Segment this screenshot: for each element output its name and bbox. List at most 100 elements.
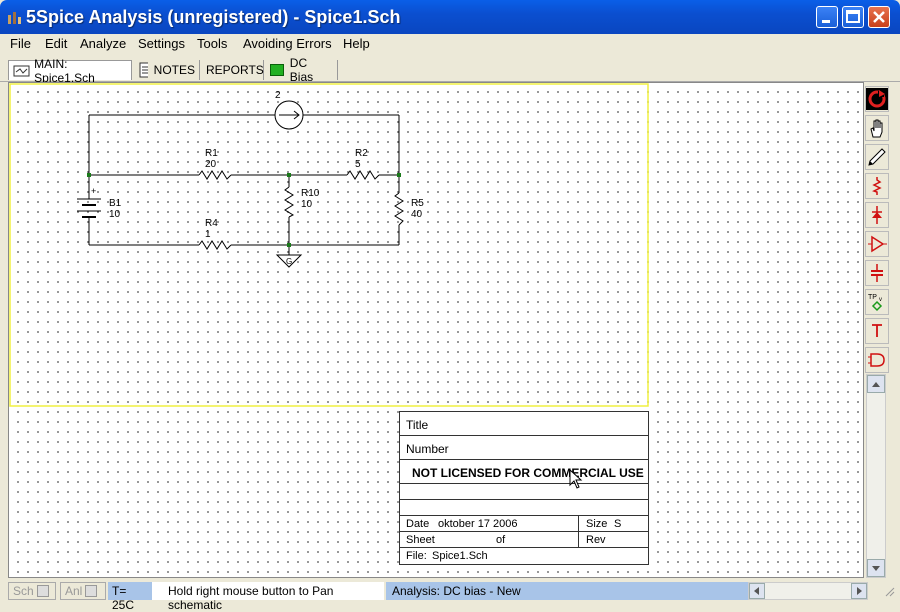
title-bar: 5Spice Analysis (unregistered) - Spice1.…	[0, 0, 900, 34]
vertical-scrollbar[interactable]	[866, 374, 886, 578]
tb-title-row: Title	[400, 412, 648, 436]
resistor-r10[interactable]: R10 10	[284, 186, 320, 218]
resistor-r1[interactable]: R1 20	[198, 148, 232, 180]
opamp-tool-button[interactable]	[865, 231, 889, 257]
battery-value: 10	[109, 209, 121, 220]
tab-main[interactable]: MAIN: Spice1.Sch	[8, 57, 132, 85]
horizontal-scrollbar[interactable]	[748, 582, 868, 600]
refresh-button[interactable]	[865, 86, 889, 112]
menu-file[interactable]: File	[10, 36, 31, 51]
analysis-text: Analysis: DC bias - New	[392, 584, 521, 598]
grip-icon	[885, 587, 895, 597]
tb-sheet-row: Sheet of Rev	[400, 532, 648, 548]
tb-date-value: oktober 17 2006	[438, 518, 518, 530]
current-source[interactable]: 2	[274, 90, 304, 130]
close-button[interactable]	[868, 6, 890, 28]
svg-text:v: v	[879, 297, 882, 303]
hint-text: Hold right mouse button to Pan schematic	[168, 584, 334, 612]
menu-settings[interactable]: Settings	[138, 36, 185, 51]
disk-icon	[36, 585, 49, 597]
menu-analyze[interactable]: Analyze	[80, 36, 126, 51]
maximize-icon	[846, 10, 860, 23]
test-point-icon: TP v	[868, 294, 883, 312]
tab-bar: MAIN: Spice1.Sch NOTES REPORTS DC Bias	[0, 56, 900, 85]
cursor-icon	[569, 469, 583, 489]
pencil-icon	[868, 148, 886, 166]
capacitor-tool-button[interactable]	[865, 260, 889, 286]
tab-notes[interactable]: NOTES	[134, 60, 200, 80]
scroll-right-button[interactable]	[851, 583, 867, 599]
status-bar: Sch Anl T= 25C Hold right mouse button t…	[0, 580, 900, 612]
app-icon[interactable]	[6, 9, 22, 25]
scroll-up-button[interactable]	[867, 375, 885, 393]
r4-name: R4	[205, 218, 218, 229]
chevron-right-icon	[857, 587, 862, 595]
chevron-down-icon	[872, 566, 880, 571]
close-icon	[873, 11, 885, 23]
r4-value: 1	[205, 229, 211, 240]
tb-license: NOT LICENSED FOR COMMERCIAL USE	[412, 466, 644, 480]
test-point-tool-button[interactable]: TP v	[865, 289, 889, 315]
anl-save-indicator[interactable]: Anl	[60, 582, 106, 600]
wires	[88, 114, 400, 255]
resistor-r4[interactable]: R4 1	[198, 218, 232, 250]
battery-name: B1	[109, 198, 122, 209]
tb-divider	[578, 516, 579, 532]
tb-sheet-label: Sheet	[406, 534, 435, 546]
tb-file-value: Spice1.Sch	[432, 550, 488, 562]
scroll-down-button[interactable]	[867, 559, 885, 577]
diode-icon	[872, 206, 882, 224]
resistor-icon	[872, 177, 882, 195]
title-block: Title Number NOT LICENSED FOR COMMERCIAL…	[399, 411, 649, 565]
tab-dc-bias[interactable]: DC Bias	[266, 56, 338, 84]
menu-help[interactable]: Help	[343, 36, 370, 51]
tab-reports[interactable]: REPORTS	[202, 60, 264, 80]
tb-file-label: File:	[406, 550, 427, 562]
r5-value: 40	[411, 209, 423, 220]
logic-gate-tool-button[interactable]	[865, 347, 889, 373]
menu-edit[interactable]: Edit	[45, 36, 67, 51]
menu-tools[interactable]: Tools	[197, 36, 227, 51]
sch-label: Sch	[13, 584, 34, 598]
tb-rev-label: Rev	[586, 534, 606, 546]
resistor-tool-button[interactable]	[865, 173, 889, 199]
diode-tool-button[interactable]	[865, 202, 889, 228]
resize-grip-icon[interactable]	[882, 584, 896, 600]
schematic-icon	[13, 65, 30, 76]
text-tool-button[interactable]	[865, 318, 889, 344]
tb-date-row: Date oktober 17 2006 Size S	[400, 516, 648, 532]
pan-tool-button[interactable]	[865, 115, 889, 141]
ground-symbol[interactable]: G	[275, 254, 303, 268]
menu-avoiding-errors[interactable]: Avoiding Errors	[243, 36, 332, 51]
tab-main-label: MAIN: Spice1.Sch	[34, 56, 95, 85]
sch-save-indicator[interactable]: Sch	[8, 582, 56, 600]
tb-file-row: File: Spice1.Sch	[400, 548, 648, 564]
resistor-r2[interactable]: R2 5	[346, 148, 380, 180]
text-icon	[872, 324, 882, 337]
resistor-r5[interactable]: R5 40	[394, 192, 424, 226]
r2-value: 5	[355, 159, 361, 170]
r10-name: R10	[301, 188, 320, 199]
r10-value: 10	[301, 199, 313, 210]
scroll-left-button[interactable]	[749, 583, 765, 599]
minimize-button[interactable]	[816, 6, 838, 28]
schematic-canvas[interactable]: 2 R1 20 R2 5 R10 10 R5 40 R4 1 + B1 10 G…	[8, 82, 864, 578]
wire-tool-button[interactable]	[865, 144, 889, 170]
tb-number-row: Number	[400, 436, 648, 460]
battery-plus: +	[91, 186, 96, 196]
hand-icon	[870, 119, 883, 138]
opamp-icon	[868, 235, 887, 253]
maximize-button[interactable]	[842, 6, 864, 28]
temperature-field: T= 25C	[108, 582, 152, 612]
nodes	[87, 173, 401, 247]
chevron-left-icon	[754, 587, 759, 595]
battery-b1[interactable]: + B1 10	[77, 186, 122, 220]
anl-label: Anl	[65, 584, 83, 598]
tb-number: Number	[406, 442, 449, 456]
analysis-field: Analysis: DC bias - New	[386, 582, 748, 600]
ground-label: G	[286, 257, 292, 266]
tab-notes-label: NOTES	[153, 63, 195, 77]
minimize-icon	[822, 20, 830, 23]
tb-of-label: of	[496, 534, 506, 546]
r5-name: R5	[411, 198, 424, 209]
